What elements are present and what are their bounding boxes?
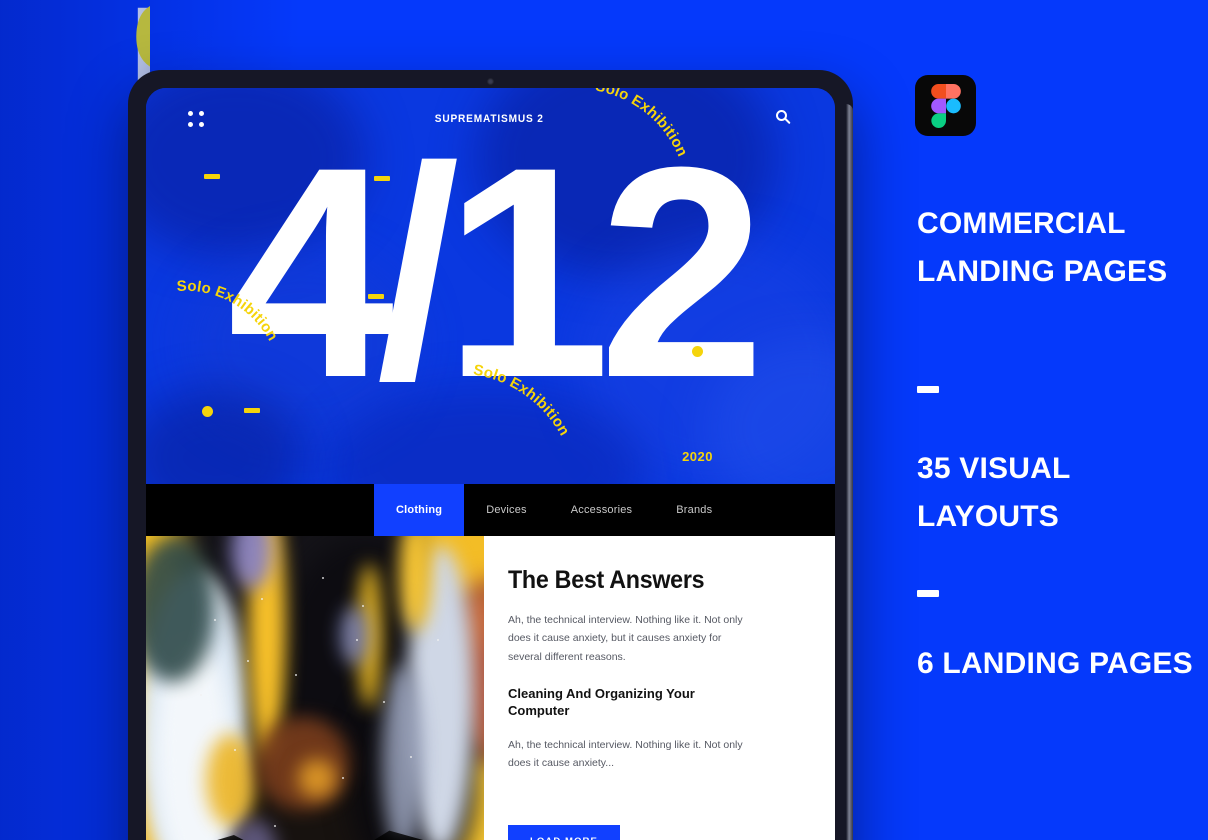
figma-logo-icon xyxy=(915,75,976,136)
screen-brand-title: SUPREMATISMUS 2 xyxy=(435,113,544,125)
device-screen: SUPREMATISMUS 2 4 / 12 Solo Exhibition o… xyxy=(146,88,835,840)
svg-text:Solo Exhibition: Solo Exhibition xyxy=(594,88,691,159)
curved-label-text: Solo Exhibition xyxy=(594,88,691,159)
hero-section: SUPREMATISMUS 2 4 / 12 Solo Exhibition o… xyxy=(146,88,835,484)
tab-bar: Clothing Devices Accessories Brands xyxy=(146,484,835,536)
curved-label-text: Solo Exhibition xyxy=(176,278,281,344)
device-camera-icon xyxy=(487,78,494,85)
info-sidebar: COMMERCIAL LANDING PAGES 35 VISUAL LAYOU… xyxy=(900,0,1208,840)
sidebar-headline-3: 6 LANDING PAGES xyxy=(917,647,1193,680)
article-subtitle: Cleaning And Organizing Your Computer xyxy=(508,686,695,719)
sidebar-divider-1 xyxy=(917,386,939,393)
accent-dot xyxy=(692,346,703,357)
curved-label-text: Solo Exhibition xyxy=(472,361,573,438)
article-panel: The Best Answers Ah, the technical inter… xyxy=(484,536,835,840)
svg-text:Solo Exhibition: Solo Exhibition xyxy=(176,278,281,344)
accent-dash xyxy=(374,176,390,181)
tab-accessories[interactable]: Accessories xyxy=(549,484,655,536)
tablet-device: SUPREMATISMUS 2 4 / 12 Solo Exhibition o… xyxy=(128,70,853,840)
search-icon[interactable] xyxy=(775,110,793,128)
tab-brands[interactable]: Brands xyxy=(654,484,734,536)
tab-clothing[interactable]: Clothing xyxy=(374,484,465,536)
load-more-button[interactable]: LOAD MORE xyxy=(508,825,620,840)
hero-year: 2020 xyxy=(682,449,713,464)
article-title: The Best Answers xyxy=(508,566,705,594)
sidebar-headline-2: 35 VISUAL LAYOUTS xyxy=(917,452,1070,533)
curved-label-left: Solo Exhibition xyxy=(162,278,332,454)
curved-label-top: Solo Exhibition xyxy=(582,88,752,254)
accent-dash xyxy=(204,174,220,179)
content-section: The Best Answers Ah, the technical inter… xyxy=(146,536,835,840)
grid-dots-icon[interactable] xyxy=(188,111,204,127)
article-paragraph-2: Ah, the technical interview. Nothing lik… xyxy=(508,738,743,770)
svg-text:Solo Exhibition: Solo Exhibition xyxy=(472,361,573,438)
curved-label-bottom: Solo Exhibition xyxy=(464,356,634,484)
accent-dash xyxy=(368,294,384,299)
vertical-accent-number: 2 xyxy=(105,0,150,78)
tab-devices[interactable]: Devices xyxy=(464,484,549,536)
poster-canvas: SUPREMATISMUS 2 SUPREMATISMUS 2 xyxy=(0,0,1208,840)
article-paragraph: Ah, the technical interview. Nothing lik… xyxy=(508,614,743,663)
sidebar-headline-1: COMMERCIAL LANDING PAGES xyxy=(917,207,1168,288)
abstract-artwork-image xyxy=(146,536,484,840)
sidebar-divider-2 xyxy=(917,590,939,597)
